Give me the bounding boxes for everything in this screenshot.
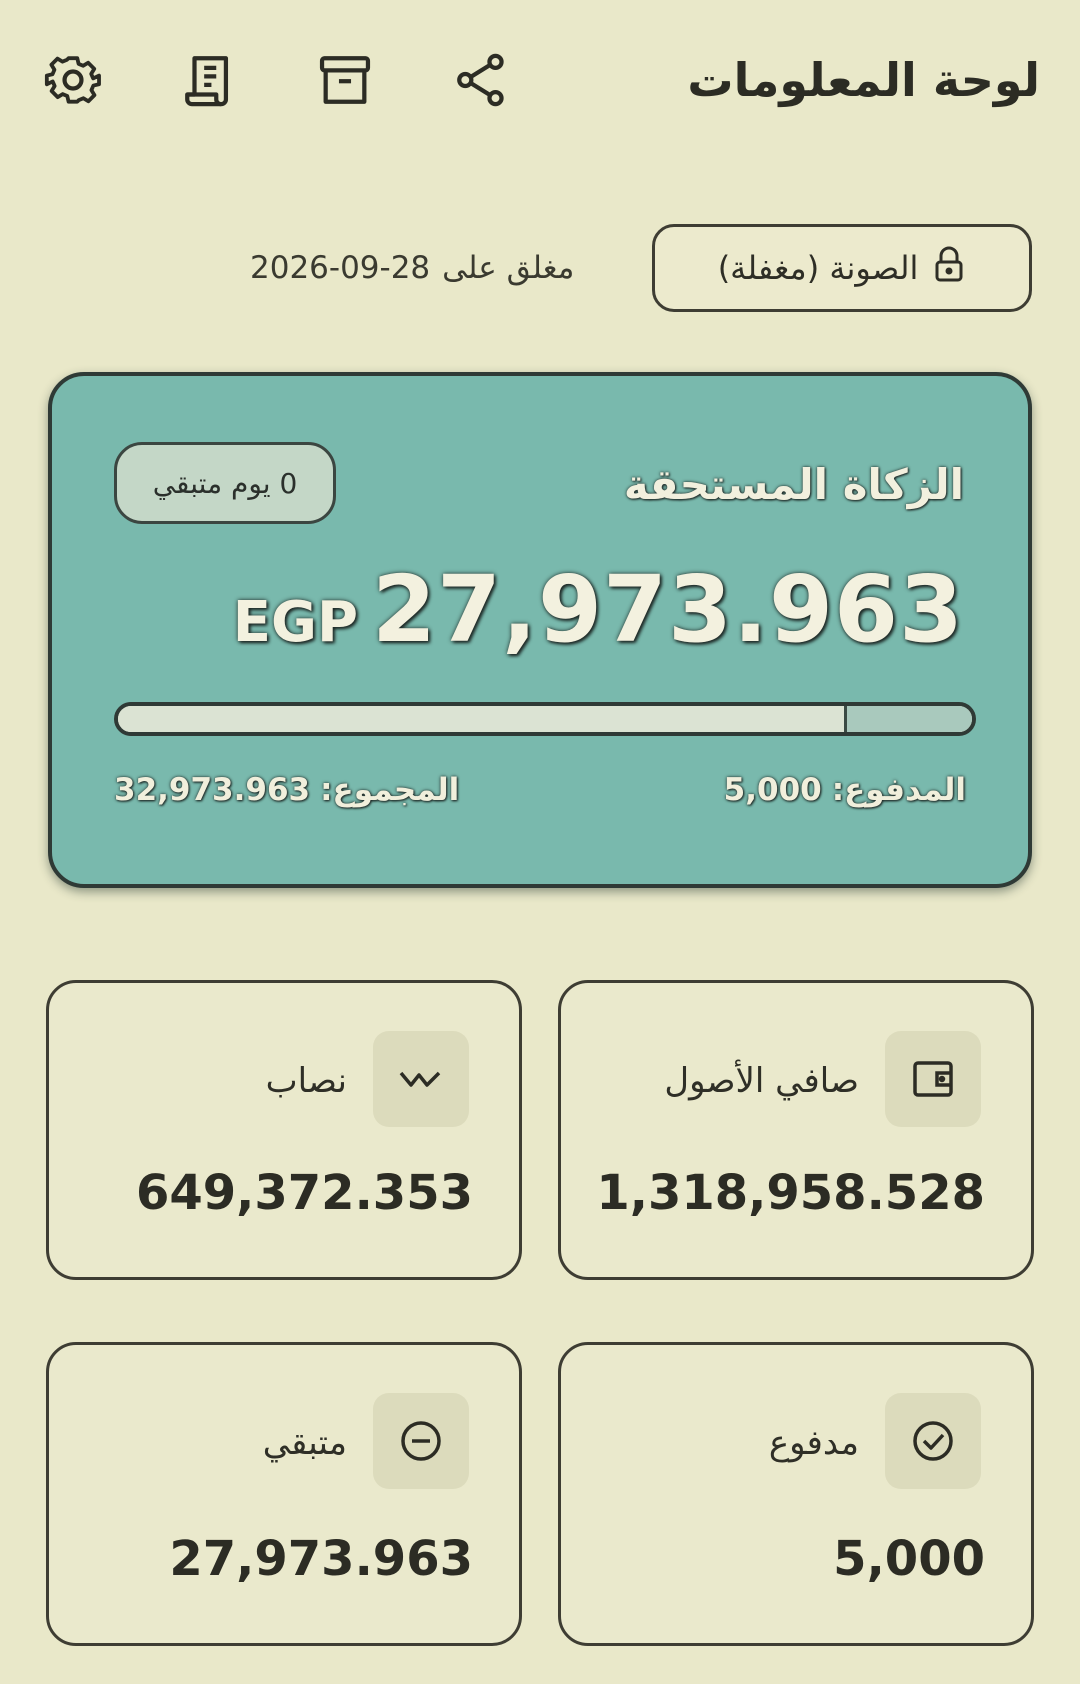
stat-card-net-assets[interactable]: صافي الأصول 1,318,958.528	[558, 980, 1034, 1280]
lock-icon	[932, 244, 966, 292]
zakat-summary: المجموع: 32,973.963 المدفوع: 5,000	[114, 772, 966, 808]
progress-remaining	[843, 706, 972, 732]
stat-card-paid[interactable]: مدفوع 5,000	[558, 1342, 1034, 1646]
gear-icon[interactable]	[40, 47, 106, 113]
app-header: لوحة المعلومات	[0, 0, 1080, 160]
paid-value: 5,000	[723, 772, 822, 808]
zakat-amount-value: 27,973.963	[371, 556, 964, 663]
stat-label: متبقي	[262, 1423, 347, 1463]
stat-card-nisab[interactable]: نصاب 649,372.353	[46, 980, 522, 1280]
season-closed-info: مغلق على 2026-09-28	[250, 250, 574, 286]
paid-label: المدفوع:	[831, 772, 966, 808]
season-label: الصونة (مغفلة)	[717, 249, 919, 287]
total-summary: المجموع: 32,973.963	[114, 772, 459, 808]
progress-fill	[118, 706, 844, 732]
season-status-row: مغلق على 2026-09-28 الصونة (مغفلة)	[250, 224, 1032, 312]
wallet-icon	[885, 1031, 981, 1127]
stat-card-remaining[interactable]: متبقي 27,973.963	[46, 1342, 522, 1646]
page-title: لوحة المعلومات	[687, 53, 1040, 107]
stat-value: 27,973.963	[169, 1531, 473, 1587]
closed-on-label: مغلق على	[442, 250, 575, 286]
stat-value: 1,318,958.528	[596, 1165, 985, 1221]
stat-label: صافي الأصول	[664, 1061, 859, 1101]
trend-icon	[373, 1031, 469, 1127]
zakat-due-card: الزكاة المستحقة 0 يوم متبقي EGP 27,973.9…	[48, 372, 1032, 888]
paid-summary: المدفوع: 5,000	[724, 772, 966, 808]
check-circle-icon	[885, 1393, 981, 1489]
stat-label: نصاب	[265, 1061, 347, 1101]
total-label: المجموع:	[320, 772, 460, 808]
stat-value: 649,372.353	[135, 1165, 473, 1221]
stat-value: 5,000	[833, 1531, 985, 1587]
currency-code: EGP	[232, 590, 358, 655]
stat-label: مدفوع	[768, 1423, 859, 1463]
minus-circle-icon	[373, 1393, 469, 1489]
season-selector[interactable]: الصونة (مغفلة)	[652, 224, 1032, 312]
total-value: 32,973.963	[114, 772, 311, 808]
zakat-due-title: الزكاة المستحقة	[623, 460, 964, 509]
share-icon[interactable]	[448, 47, 514, 113]
payment-progress-bar	[114, 702, 976, 736]
zakat-amount: EGP 27,973.963	[233, 556, 964, 663]
receipt-icon[interactable]	[176, 47, 242, 113]
days-remaining-badge: 0 يوم متبقي	[114, 442, 336, 524]
closed-on-date: 2026-09-28	[250, 250, 431, 286]
archive-icon[interactable]	[312, 47, 378, 113]
header-actions	[40, 47, 514, 113]
